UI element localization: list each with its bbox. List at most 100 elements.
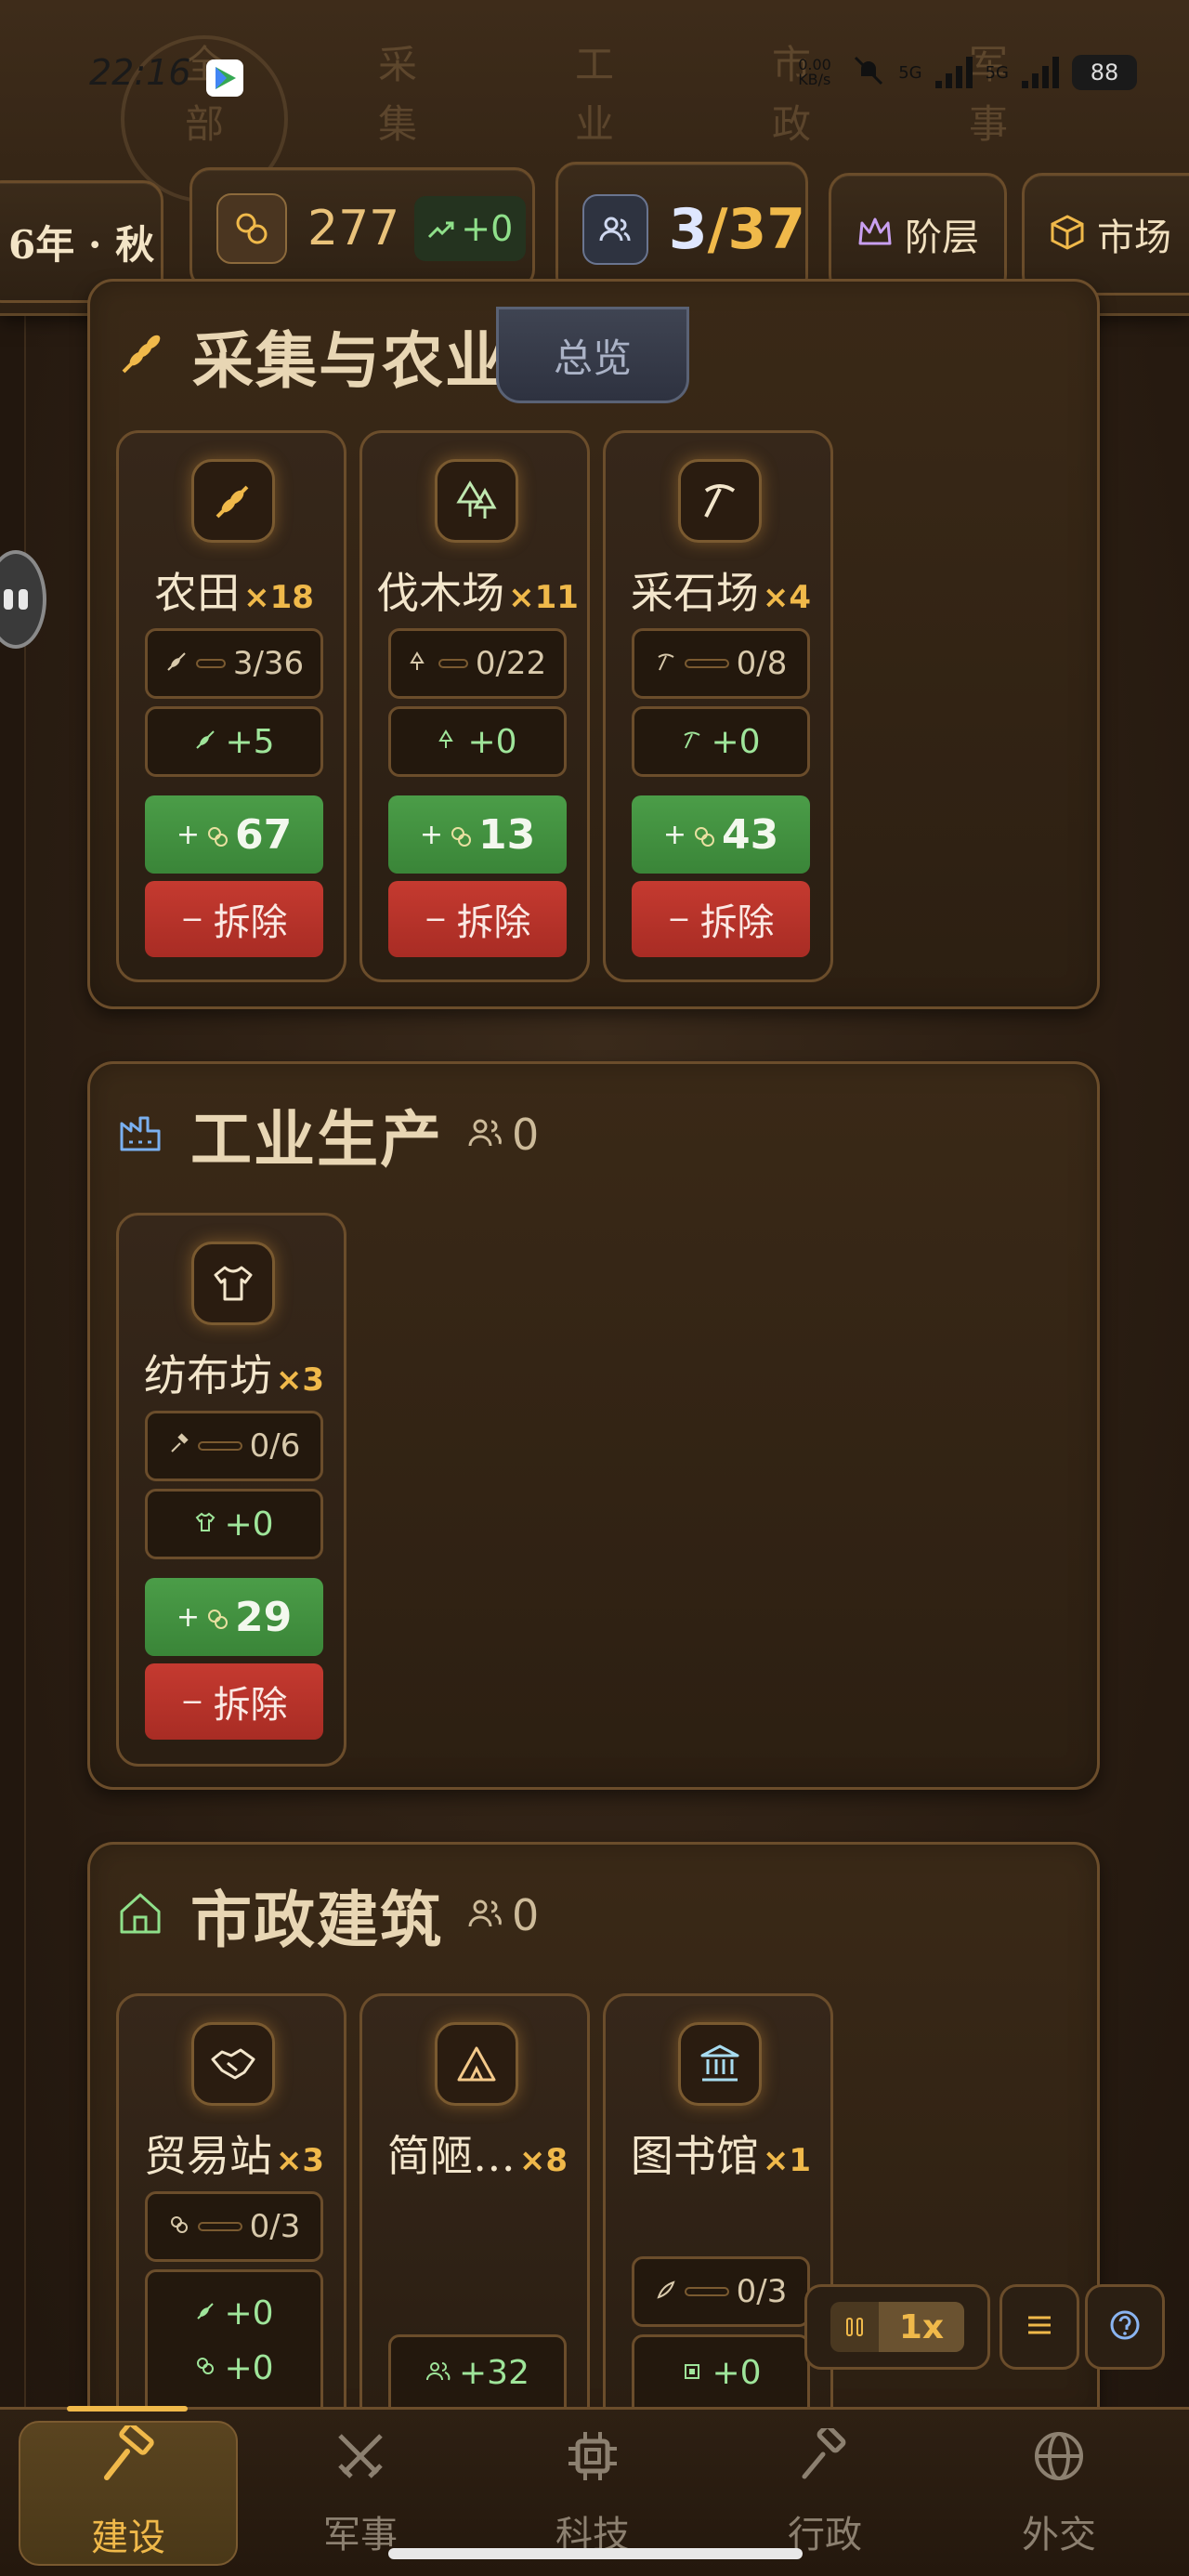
worker-slots-value: 0/6: [249, 1427, 301, 1465]
build-button[interactable]: + 43: [632, 795, 810, 874]
nav-diplomacy[interactable]: 外交: [949, 2421, 1169, 2566]
tab-gathering[interactable]: 采集: [360, 35, 435, 154]
building-card-weaving-mill: 纺布坊 ×3 0/6 +0 + 29 − 拆除: [116, 1213, 346, 1767]
tent-icon: [435, 2022, 518, 2106]
section-worker-count: 0: [467, 1110, 539, 1160]
production-value: +0: [224, 2348, 274, 2387]
production-value: +0: [712, 2354, 762, 2392]
demolish-label: 拆除: [699, 901, 775, 944]
worker-slots-value: 3/36: [232, 645, 305, 682]
battery-indicator: 88: [1072, 55, 1137, 90]
gold-delta-value: +0: [461, 208, 514, 249]
people-icon: [467, 1890, 504, 1940]
status-icons: 0.00 KB/s 5G 5G 88: [798, 54, 1137, 91]
demolish-button[interactable]: − 拆除: [145, 881, 323, 957]
section-industry: 工业生产 0 纺布坊 ×3 0/6 +0 + 29 − 拆除: [87, 1061, 1100, 1790]
production-output: +32: [388, 2334, 567, 2409]
nav-administration[interactable]: 行政: [715, 2421, 934, 2566]
worker-slots: 0/6: [145, 1411, 323, 1481]
section-header: 工业生产 0: [116, 1090, 539, 1179]
nav-active-indicator: [67, 2406, 188, 2412]
building-card-shelter: 简陋… ×8 +32: [359, 1993, 590, 2421]
signal-bars-icon: [934, 57, 973, 88]
market-label: 市场: [1097, 217, 1171, 259]
gold-panel[interactable]: 277 +0: [189, 167, 535, 290]
population-current: 3: [668, 197, 708, 262]
demolish-button[interactable]: − 拆除: [388, 881, 567, 957]
chip-icon: [565, 2428, 621, 2493]
mute-icon: [852, 54, 885, 91]
market-button[interactable]: 市场: [1022, 173, 1189, 296]
building-count: ×3: [275, 2142, 325, 2179]
nav-build[interactable]: 建设: [19, 2421, 238, 2566]
menu-button[interactable]: [1000, 2284, 1079, 2370]
building-card-quarry: 采石场 ×4 0/8 +0 + 43 − 拆除: [603, 430, 833, 982]
speed-control[interactable]: 1x: [804, 2284, 990, 2370]
build-cost: 13: [477, 810, 536, 859]
coins-icon: [168, 2214, 190, 2240]
gold-amount: 277: [307, 201, 400, 256]
coins-icon: [216, 193, 287, 264]
section-worker-count: 0: [467, 1890, 539, 1940]
build-cost: 29: [234, 1593, 293, 1641]
building-card-farm: 农田 ×18 3/36 +5 + 67 − 拆除: [116, 430, 346, 982]
production-output: +0: [388, 706, 567, 777]
worker-bar: [684, 659, 729, 668]
help-button[interactable]: [1085, 2284, 1165, 2370]
play-store-icon: [206, 59, 243, 97]
demolish-label: 拆除: [213, 1684, 288, 1727]
menu-icon: [1026, 2313, 1053, 2341]
overview-button[interactable]: 总览: [496, 307, 689, 403]
trend-up-icon: [427, 208, 455, 249]
pickaxe-icon: [655, 651, 677, 677]
building-name: 纺布坊 ×3: [143, 1350, 325, 1400]
speed-box: 1x: [830, 2302, 965, 2352]
wheat-icon: [194, 2300, 216, 2326]
nav-military[interactable]: 军事: [251, 2421, 470, 2566]
worker-slots-value: 0/22: [475, 645, 547, 682]
people-icon: [467, 1110, 504, 1160]
swords-icon: [333, 2428, 388, 2493]
build-cost: 67: [234, 810, 293, 859]
demolish-button[interactable]: − 拆除: [632, 881, 810, 957]
production-value: +5: [225, 722, 275, 761]
coins-icon: [194, 2355, 216, 2381]
signal-bars-icon: [1022, 57, 1059, 88]
nav-technology[interactable]: 科技: [483, 2421, 702, 2566]
signal-label-1: 5G: [898, 62, 922, 83]
overview-label: 总览: [553, 335, 632, 381]
gavel-icon: [797, 2424, 853, 2493]
demolish-button[interactable]: − 拆除: [145, 1663, 323, 1740]
coins-icon: [205, 1594, 229, 1641]
building-name: 采石场 ×4: [630, 568, 812, 618]
production-output: +0 +0: [145, 2269, 323, 2409]
production-line: +0: [194, 2348, 274, 2387]
building-count: ×1: [762, 2142, 812, 2179]
nav-label: 建设: [91, 2517, 165, 2559]
library-icon: [678, 2022, 762, 2106]
build-button[interactable]: + 13: [388, 795, 567, 874]
section-header: 采集与农业: [116, 311, 508, 401]
speed-value[interactable]: 1x: [878, 2302, 965, 2352]
pickaxe-icon: [678, 459, 762, 543]
tab-industry[interactable]: 工业: [557, 35, 632, 154]
demolish-label: 拆除: [213, 901, 288, 944]
gold-delta: +0: [414, 196, 527, 261]
building-count: ×8: [518, 2142, 568, 2179]
globe-icon: [1031, 2428, 1087, 2493]
chip-icon: [680, 2359, 704, 2387]
worker-bar: [197, 1441, 242, 1451]
system-home-indicator[interactable]: [388, 2548, 803, 2559]
population-value: 3/37: [669, 197, 805, 262]
worker-count-value: 0: [512, 1890, 540, 1940]
population-icon: [582, 194, 648, 265]
worker-bar: [438, 659, 468, 668]
population-panel[interactable]: 3/37: [555, 162, 808, 297]
worker-slots-value: 0/3: [249, 2208, 301, 2245]
hammer-icon: [98, 2422, 159, 2496]
build-button[interactable]: + 67: [145, 795, 323, 874]
pause-icon[interactable]: [830, 2302, 879, 2352]
build-button[interactable]: + 29: [145, 1578, 323, 1656]
class-button[interactable]: 阶层: [829, 173, 1007, 296]
season-label: 6年 · 秋: [8, 221, 155, 268]
